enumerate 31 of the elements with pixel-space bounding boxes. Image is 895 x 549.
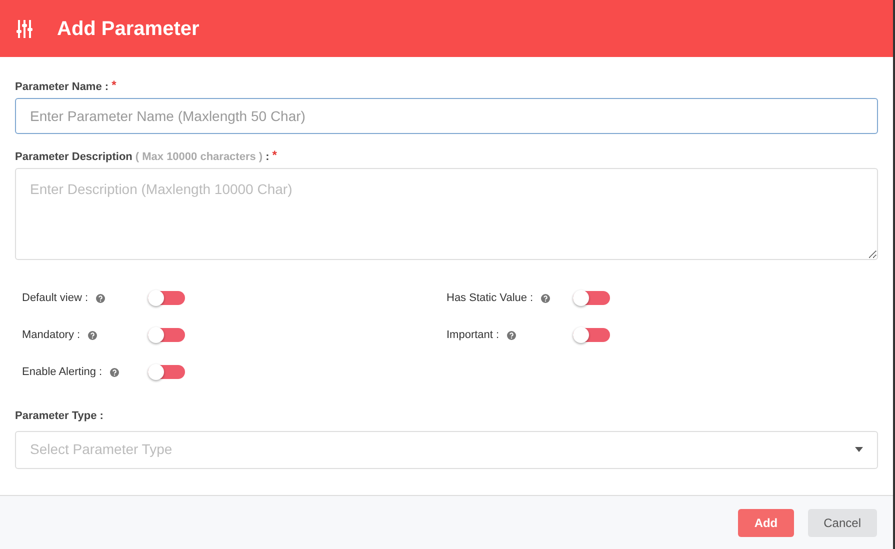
toggle-label: Mandatory :	[22, 328, 80, 343]
caret-icon	[855, 447, 863, 452]
help-icon[interactable]	[88, 330, 98, 340]
parameter-name-field[interactable]: Enter Parameter Name (Maxlength 50 Char)	[15, 98, 878, 134]
description-field[interactable]: Enter Description (Maxlength 10000 Char)	[15, 168, 878, 260]
toggle-label: Enable Alerting :	[22, 364, 102, 380]
parameter-type-dropdown[interactable]: Select Parameter Type	[15, 430, 878, 468]
field-label: Parameter Name :	[15, 80, 109, 95]
toggle-label: Has Static Value :	[446, 290, 534, 306]
toggle-switch[interactable]	[148, 328, 185, 342]
toggle-switch[interactable]	[572, 291, 610, 305]
help-icon[interactable]	[541, 294, 550, 302]
toggle-switch[interactable]	[148, 365, 185, 379]
field-label: Parameter Type :	[15, 409, 104, 424]
toggle-label: Important :	[446, 328, 500, 343]
field-hint: ( Max 10000 characters )	[135, 150, 263, 165]
field-label: :	[266, 150, 270, 165]
help-icon[interactable]	[507, 330, 516, 340]
help-icon[interactable]	[110, 368, 120, 376]
toggle-label: Default view :	[22, 290, 88, 306]
add-button[interactable]: Add	[738, 508, 794, 536]
required-asterisk: *	[272, 147, 277, 164]
field-label: Parameter Description	[15, 150, 132, 165]
toggle-switch[interactable]	[148, 291, 185, 305]
sliders-icon	[16, 18, 33, 38]
toggle-switch[interactable]	[572, 328, 610, 342]
dropdown-placeholder: Select Parameter Type	[30, 440, 172, 459]
cancel-button[interactable]: Cancel	[808, 508, 877, 536]
dialog-title: Add Parameter	[57, 16, 200, 42]
required-asterisk: *	[112, 77, 116, 94]
help-icon[interactable]	[96, 294, 106, 302]
